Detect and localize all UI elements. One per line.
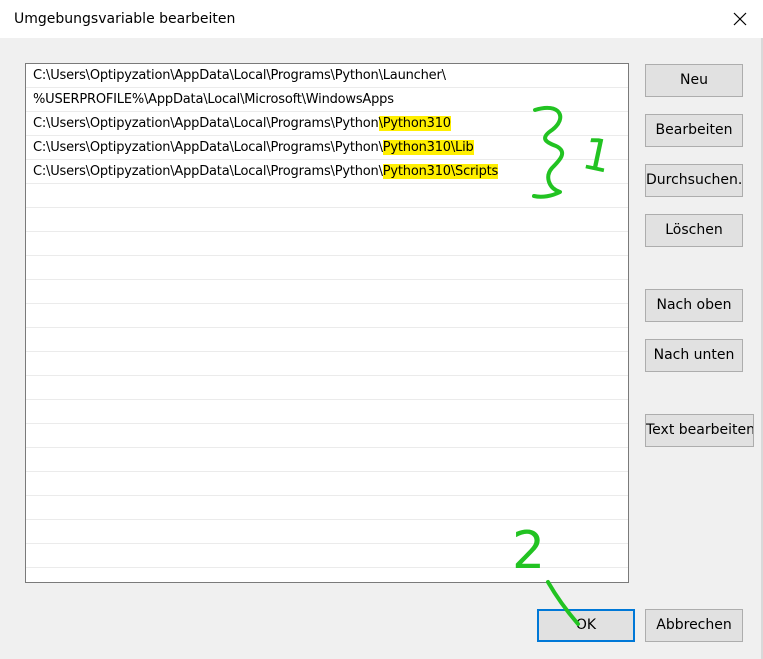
title-bar[interactable]: Umgebungsvariable bearbeiten — [0, 0, 763, 38]
move-down-button[interactable]: Nach unten — [645, 339, 743, 372]
path-list-item[interactable] — [26, 496, 628, 520]
delete-button[interactable]: Löschen — [645, 214, 743, 247]
path-highlight: \Python310 — [378, 116, 451, 131]
move-up-button[interactable]: Nach oben — [645, 289, 743, 322]
browse-button[interactable]: Durchsuchen... — [645, 164, 743, 197]
ok-button[interactable]: OK — [537, 609, 635, 642]
path-prefix: C:\Users\Optipyzation\AppData\Local\Prog… — [33, 68, 446, 83]
path-list-item[interactable] — [26, 448, 628, 472]
edit-env-variable-dialog: Umgebungsvariable bearbeiten C:\Users\Op… — [0, 0, 763, 659]
path-list-item[interactable]: C:\Users\Optipyzation\AppData\Local\Prog… — [26, 112, 628, 136]
cancel-button[interactable]: Abbrechen — [645, 609, 743, 642]
path-list-item[interactable] — [26, 280, 628, 304]
close-icon — [733, 12, 747, 26]
path-list-item[interactable] — [26, 400, 628, 424]
path-list-item[interactable] — [26, 304, 628, 328]
path-list-item[interactable]: C:\Users\Optipyzation\AppData\Local\Prog… — [26, 64, 628, 88]
path-list-item[interactable]: C:\Users\Optipyzation\AppData\Local\Prog… — [26, 160, 628, 184]
path-list-item[interactable] — [26, 184, 628, 208]
path-prefix: C:\Users\Optipyzation\AppData\Local\Prog… — [33, 164, 383, 179]
path-list-item[interactable] — [26, 568, 628, 582]
dialog-title: Umgebungsvariable bearbeiten — [14, 11, 236, 27]
path-text: %USERPROFILE%\AppData\Local\Microsoft\Wi… — [33, 92, 394, 107]
path-list-item[interactable]: %USERPROFILE%\AppData\Local\Microsoft\Wi… — [26, 88, 628, 112]
path-list-item[interactable] — [26, 376, 628, 400]
path-text: C:\Users\Optipyzation\AppData\Local\Prog… — [33, 116, 451, 131]
path-list-item[interactable] — [26, 208, 628, 232]
edit-text-button[interactable]: Text bearbeiten... — [645, 414, 754, 447]
path-text: C:\Users\Optipyzation\AppData\Local\Prog… — [33, 164, 498, 179]
path-text: C:\Users\Optipyzation\AppData\Local\Prog… — [33, 140, 474, 155]
path-list-item[interactable] — [26, 472, 628, 496]
path-prefix: C:\Users\Optipyzation\AppData\Local\Prog… — [33, 116, 379, 131]
close-button[interactable] — [717, 0, 763, 38]
path-list-item[interactable] — [26, 520, 628, 544]
path-list-item[interactable] — [26, 352, 628, 376]
path-list[interactable]: C:\Users\Optipyzation\AppData\Local\Prog… — [25, 63, 629, 583]
path-list-item[interactable] — [26, 328, 628, 352]
path-highlight: Python310\Lib — [382, 140, 474, 155]
path-prefix: C:\Users\Optipyzation\AppData\Local\Prog… — [33, 140, 383, 155]
path-list-item[interactable]: C:\Users\Optipyzation\AppData\Local\Prog… — [26, 136, 628, 160]
path-list-item[interactable] — [26, 256, 628, 280]
path-list-item[interactable] — [26, 544, 628, 568]
path-prefix: %USERPROFILE%\AppData\Local\Microsoft\Wi… — [33, 92, 394, 107]
new-button[interactable]: Neu — [645, 64, 743, 97]
path-text: C:\Users\Optipyzation\AppData\Local\Prog… — [33, 68, 446, 83]
path-list-item[interactable] — [26, 232, 628, 256]
path-highlight: Python310\Scripts — [382, 164, 499, 179]
edit-button[interactable]: Bearbeiten — [645, 114, 743, 147]
path-list-item[interactable] — [26, 424, 628, 448]
